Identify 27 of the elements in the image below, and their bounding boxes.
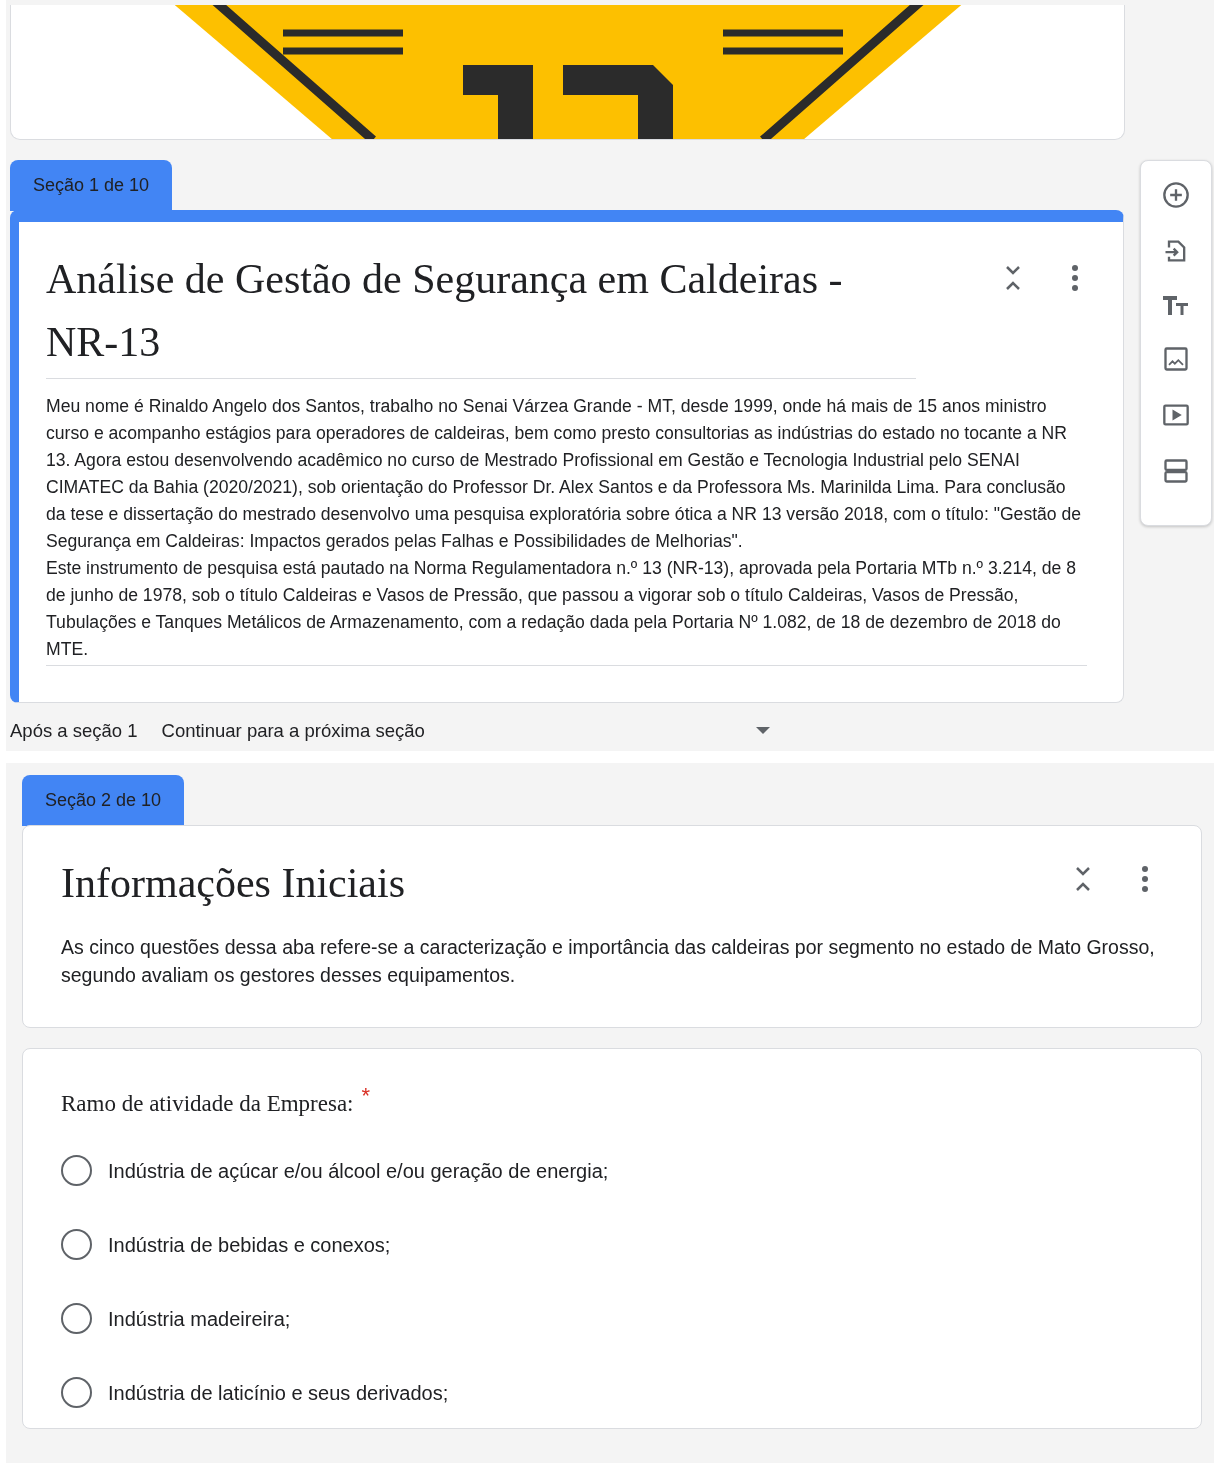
option-label: Indústria de açúcar e/ou álcool e/ou geração de energia; xyxy=(108,1158,609,1184)
radio-button[interactable] xyxy=(61,1229,92,1261)
section-description: As cinco questões dessa aba refere-se a caracterização e importância das caldeiras por segmento no estado de Mato Grosso, segundo avaliam os gestores desses equipamentos. xyxy=(61,934,1156,988)
option-label: Indústria de laticínio e seus derivados; xyxy=(108,1380,449,1406)
section-title: Informações Iniciais xyxy=(61,858,407,908)
add-question-icon[interactable] xyxy=(1162,181,1190,209)
section-tab[interactable]: Seção 1 de 10 xyxy=(10,160,173,211)
required-asterisk: * xyxy=(361,1081,371,1110)
caret-icon xyxy=(756,726,770,735)
add-section-icon[interactable] xyxy=(1162,457,1190,485)
more-options-icon[interactable] xyxy=(1141,865,1149,892)
section-description: Meu nome é Rinaldo Angelo dos Santos, trabalho no Senai Várzea Grande - MT, desde 1999, onde há mais de 15 anos ministro curso e acompanho estágios para operadores de caldeiras, bem como presto consultorias as indústrias do estado no tocante a NR 13. Agora estou desenvolvendo acadêmico no curso de Mestrado Profissional em Gestão e Tecnologia Industrial pelo SENAI CIMATEC da Bahia (2020/2021), sob orientação do Professor Dr. Alex Santos e da Professora Ms. Marinilda Lima. Para conclusão da tese e dissertação do mestrado desenvolvo uma pesquisa exploratória sobre ótica a NR 13 versão 2018, com o título: "Gestão de Segurança em Caldeiras: Impactos gerados pelas Falhas e Possibilidades de Melhorias". Este instrumento de pesquisa está pautado na Norma Regulamentadora n.º 13 (NR-13), aprovada pela Portaria MTb n.º 3.214, de 8 de junho de 1978, sob o título Caldeiras e Vasos de Pressão, que passou a vigorar sob o título Caldeiras, Vasos de Pressão, Tubulações e Tanques Metálicos de Armazenamento, com a redação dada pela Portaria Nº 1.082, de 18 de dezembro de 2018 do MTE. xyxy=(46,393,1087,666)
more-options-icon[interactable] xyxy=(1071,265,1079,291)
collapse-icon[interactable] xyxy=(1073,865,1093,892)
add-title-icon[interactable] xyxy=(1162,293,1190,317)
section-title: Análise de Gestão de Segurança em Caldeiras - NR-13 xyxy=(46,248,916,379)
radio-button[interactable] xyxy=(61,1303,92,1335)
radio-button[interactable] xyxy=(61,1377,92,1409)
radio-button[interactable] xyxy=(61,1155,92,1187)
section-tab[interactable]: Seção 2 de 10 xyxy=(22,774,185,826)
option-label: Indústria de bebidas e conexos; xyxy=(108,1232,391,1258)
option-label: Indústria madeireira; xyxy=(108,1306,291,1332)
after-section-label: Após a seção 1 xyxy=(10,719,138,743)
collapse-icon[interactable] xyxy=(1003,265,1023,291)
image-icon[interactable] xyxy=(1162,345,1190,373)
next-section-dropdown[interactable]: Continuar para a próxima seção xyxy=(161,717,770,745)
question-title: Ramo de atividade da Empresa: xyxy=(61,1089,354,1118)
